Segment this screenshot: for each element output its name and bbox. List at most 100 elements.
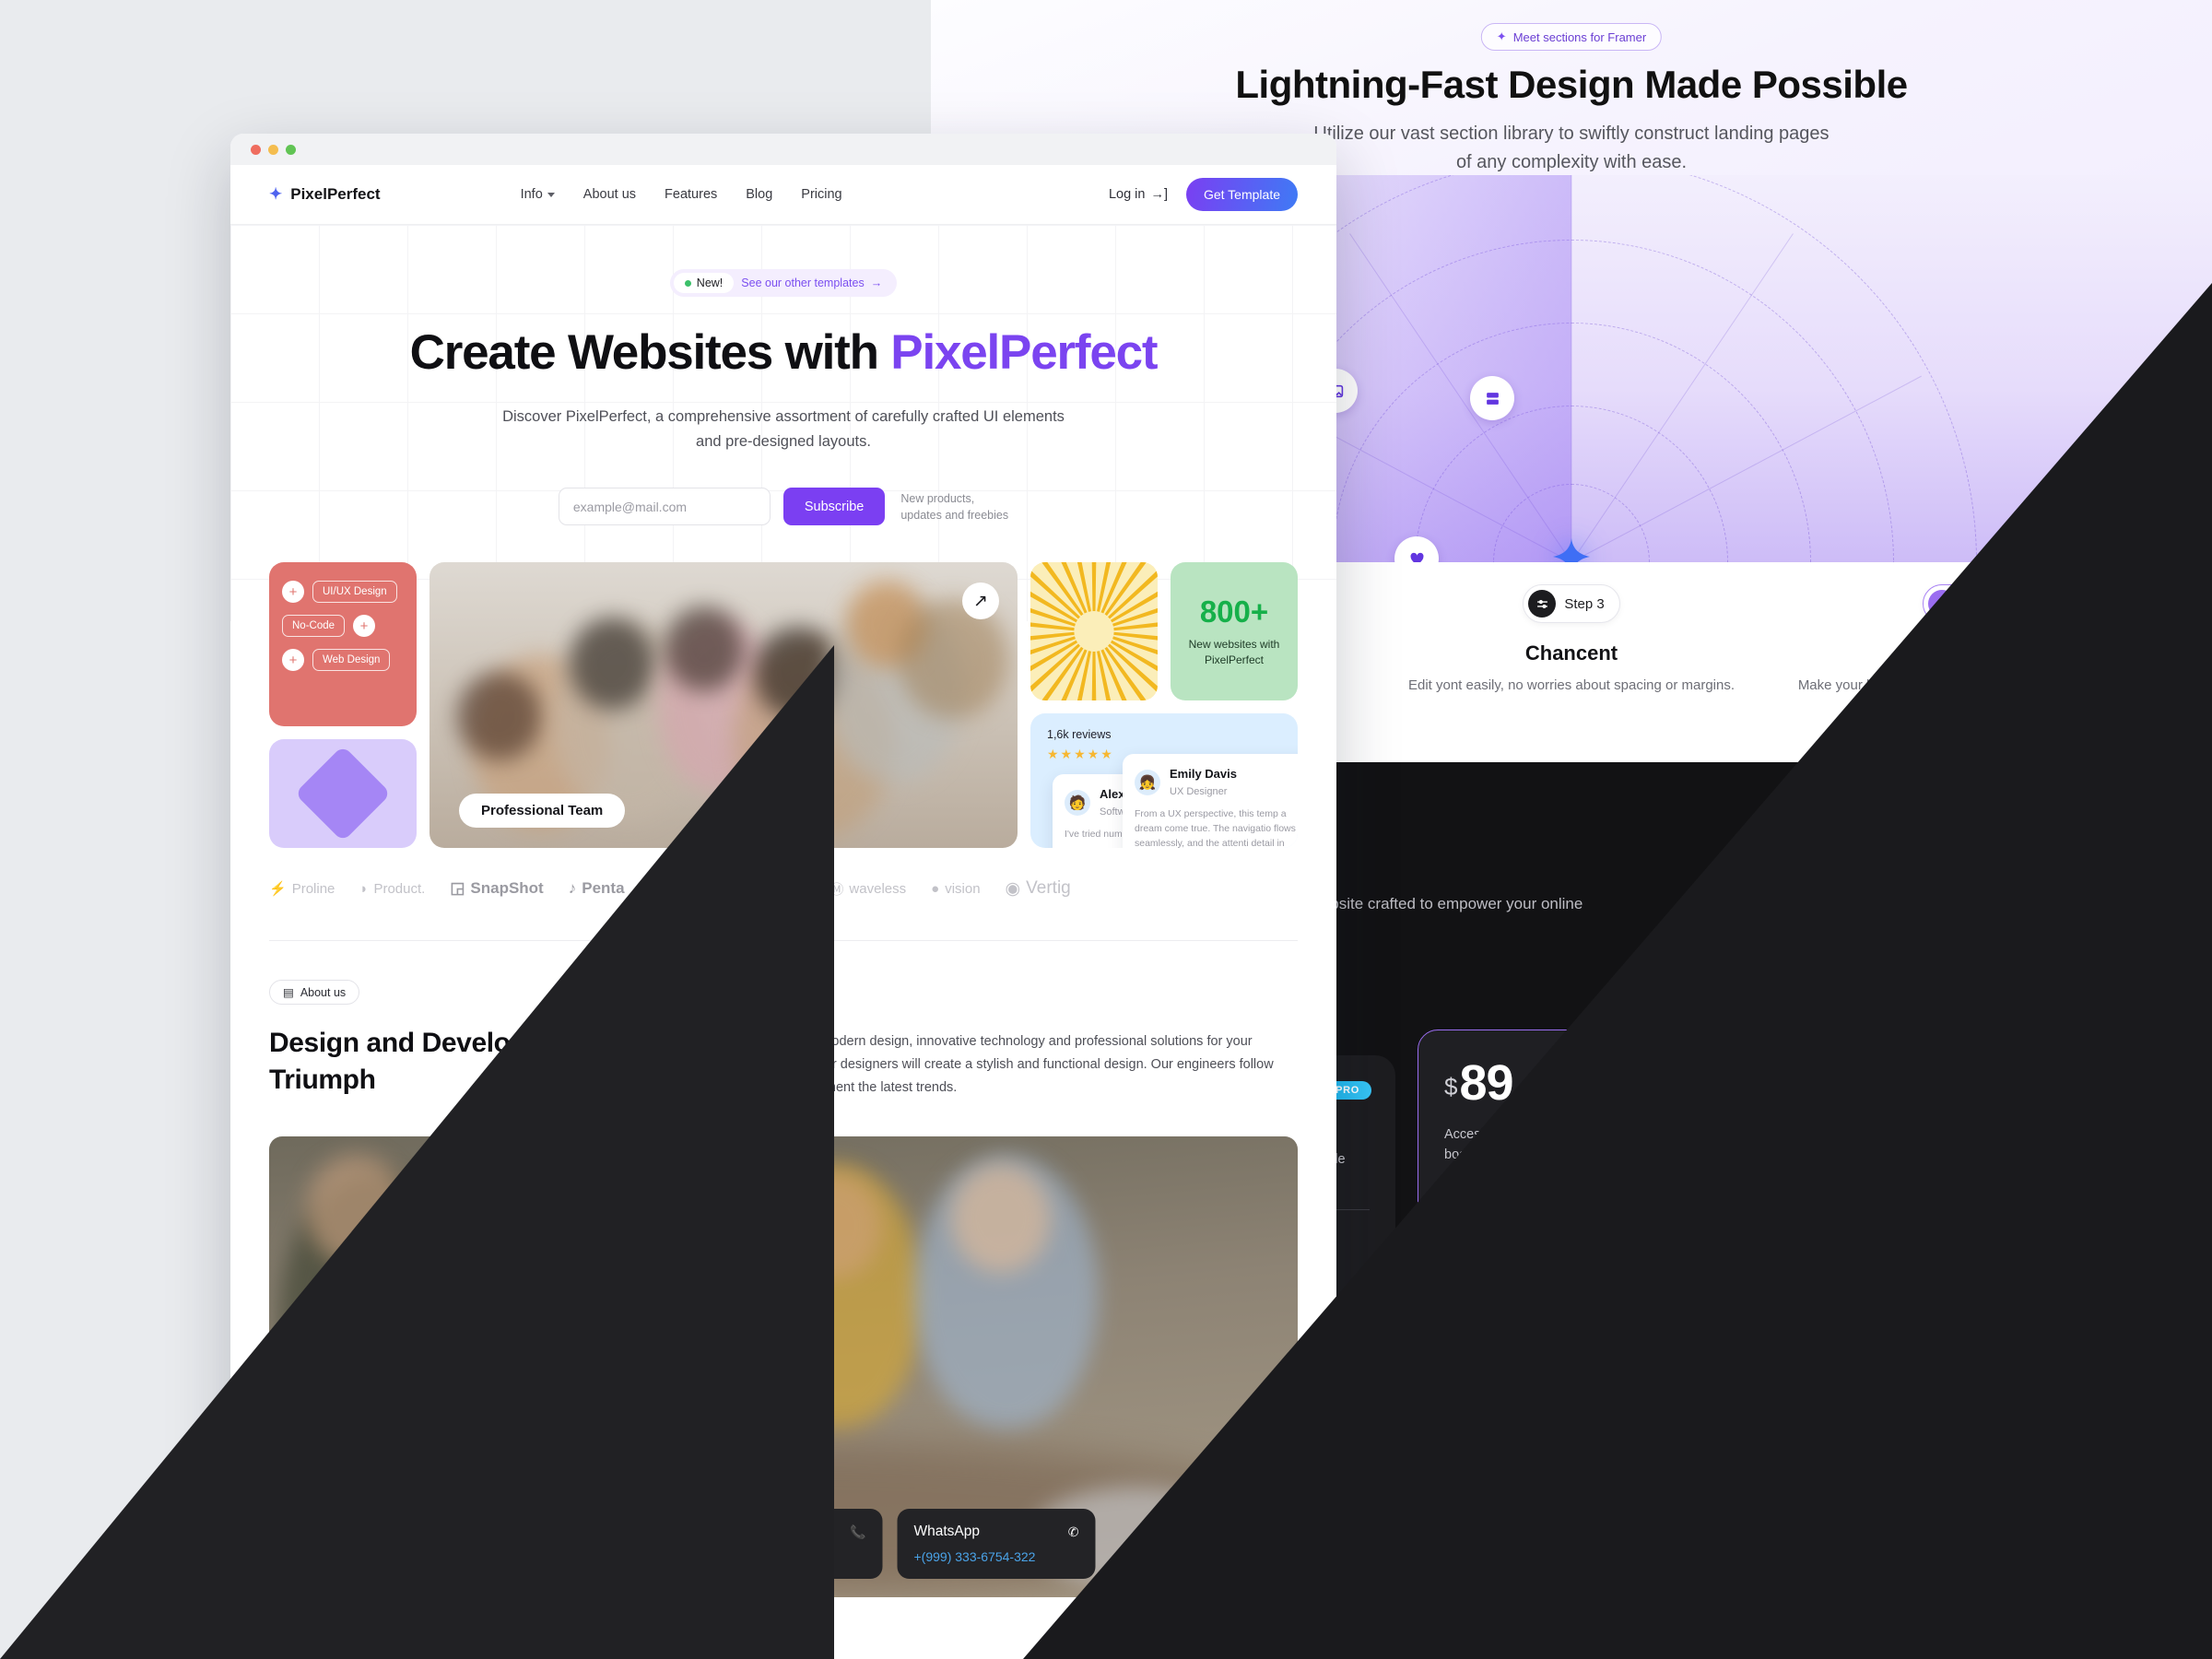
- new-badge-label: New!: [696, 276, 724, 289]
- subscribe-button[interactable]: Subscribe: [782, 488, 886, 526]
- paypal-icon: P: [1422, 1412, 1431, 1427]
- nav-item-info-label: Info: [520, 187, 543, 202]
- logo-proline: ⚡ Proline: [269, 880, 335, 898]
- logo-proline-label: Proline: [291, 880, 335, 897]
- logo-vision: ● vision: [931, 880, 981, 897]
- logo-product: ◗ Product.: [359, 880, 426, 897]
- plus-icon[interactable]: +: [282, 649, 304, 672]
- review-name: Emily Davis: [1170, 767, 1237, 782]
- stat-caption-line1: New websites with: [1188, 638, 1280, 652]
- nav-item-info[interactable]: Info: [521, 187, 555, 202]
- chip-row: + Web Design: [282, 649, 404, 672]
- brand-name: PixelPerfect: [290, 185, 381, 203]
- gumroad-link[interactable]: Gumroad: [1524, 1449, 1578, 1464]
- hero-lead: Discover PixelPerfect, a comprehensive a…: [502, 408, 1065, 451]
- meet-pill-label: Meet sections for Framer: [1512, 29, 1647, 44]
- service-chip[interactable]: Web Design: [312, 649, 391, 672]
- publish-icon: [1928, 590, 1957, 618]
- logo-waveless-label: waveless: [849, 880, 907, 897]
- plan-feature: ⏻ Phosphor Icons: [1444, 1371, 1667, 1387]
- about-photo: Email Us ➤ example@mail.com Phone Call 📞 +…: [269, 1136, 1298, 1598]
- see-templates-link[interactable]: See our other templates →: [737, 276, 893, 289]
- sliders-icon: [1528, 590, 1557, 618]
- nav-item-about[interactable]: About us: [583, 187, 636, 202]
- contact-card-phone[interactable]: Phone Call 📞 +(999) 555-1234-789: [684, 1509, 883, 1580]
- contact-cards: Email Us ➤ example@mail.com Phone Call 📞 +…: [471, 1509, 1096, 1580]
- page-title-accent: PixelPerfect: [890, 325, 1158, 380]
- scroll-down-icon[interactable]: ⌄⌄: [230, 916, 1336, 933]
- about-paragraph: We offer modern design, innovative techn…: [767, 1034, 1274, 1096]
- rocket-icon: 🚀: [1687, 1409, 1708, 1429]
- logo-snapshot-label: SnapShot: [470, 879, 544, 898]
- page-title: Create Websites with PixelPerfect: [230, 324, 1336, 381]
- plus-icon[interactable]: +: [282, 581, 304, 604]
- contact-value[interactable]: example@mail.com: [488, 1549, 653, 1564]
- plan-feature-label: Light & Dark Mode: [1474, 1230, 1585, 1246]
- services-card: + UI/UX Design No-Code + + Web Design: [269, 562, 417, 727]
- service-chip[interactable]: UI/UX Design: [312, 581, 397, 604]
- nav-item-blog[interactable]: Blog: [746, 187, 772, 202]
- plan-feature: ◑ UI Elements: [1444, 1259, 1667, 1274]
- service-chip[interactable]: No-Code: [282, 615, 346, 638]
- sparkle-icon: ✦: [269, 185, 283, 203]
- navbar-actions: Log in →] Get Template: [1109, 178, 1298, 211]
- new-templates-pill[interactable]: New! See our other templates →: [669, 269, 898, 297]
- stat-caption: New websites with PixelPerfect: [1189, 637, 1280, 669]
- nav-item-features[interactable]: Features: [665, 187, 717, 202]
- mastercard-icon: [1355, 1413, 1375, 1426]
- avatar: [1408, 1630, 1441, 1659]
- step-text-publish: Make your landing page live. Just hit th…: [1797, 677, 2150, 693]
- showcase-title: Lightning-Fast Design Made Possible: [1235, 63, 1908, 106]
- review-card-emily: 👧 Emily Davis UX Designer From a UX pers…: [1123, 754, 1298, 849]
- reviews-card: 1,6k reviews ★★★★★ 🧑 Alex T Softwar I've…: [1030, 713, 1298, 849]
- cards-row-top: 800+ New websites with PixelPerfect: [1030, 562, 1298, 701]
- subscribe-note-line1: New products,: [900, 491, 975, 505]
- about-pill: ▤ About us: [269, 980, 360, 1006]
- contact-value[interactable]: +(999) 333-6754-322: [914, 1549, 1079, 1564]
- subscribe-form: example@mail.com Subscribe New products,…: [558, 488, 1008, 526]
- maximize-window-button[interactable]: [286, 144, 296, 155]
- plan-feature-label: 4/8 Soft Grid: [1474, 1343, 1549, 1359]
- nav-item-pricing[interactable]: Pricing: [801, 187, 841, 202]
- contact-card-whatsapp[interactable]: WhatsApp ✆ +(999) 333-6754-322: [897, 1509, 1096, 1580]
- footer-rocket-text: Moment in the life of any aspiring astro…: [1687, 1449, 1959, 1485]
- email-input[interactable]: example@mail.com: [558, 488, 771, 526]
- applepay-icon: Pay: [1441, 1413, 1469, 1426]
- testimonial-name: Chloe Turner: [1453, 1638, 1545, 1655]
- step-pill-3[interactable]: Step 3: [1523, 584, 1620, 623]
- get-template-button[interactable]: Get Template: [1185, 178, 1298, 211]
- logo-vertig: ◉ Vertig: [1005, 878, 1071, 899]
- contact-value[interactable]: +(999) 555-1234-789: [701, 1549, 866, 1564]
- stat-card: 800+ New websites with PixelPerfect: [1171, 562, 1298, 701]
- diamond-shape-icon: [294, 746, 392, 842]
- testimonial-card: Chloe Turner: [1390, 1592, 1657, 1659]
- brand-logo[interactable]: ✦ PixelPerfect: [269, 185, 381, 204]
- section-divider: [269, 940, 1298, 942]
- about-section: ▤ About us Design and Developing for You…: [269, 980, 1298, 1100]
- step-pill-publish[interactable]: Publish: [1923, 584, 2026, 623]
- plus-icon[interactable]: +: [353, 615, 376, 638]
- chevron-down-icon: [547, 192, 555, 197]
- hero-section: New! See our other templates → Create Web…: [230, 225, 1336, 1598]
- login-button[interactable]: Log in →]: [1109, 187, 1168, 202]
- team-photo-card: ↗ Professional Team: [429, 562, 1018, 849]
- step-card-3: Step 3 Chancent Edit yont easily, no wor…: [1371, 564, 1773, 762]
- logo-flash-label: Flash: [677, 878, 723, 899]
- contact-card-email[interactable]: Email Us ➤ example@mail.com: [471, 1509, 670, 1580]
- site-navbar: ✦ PixelPerfect Info About us Features Bl…: [230, 165, 1336, 225]
- sparkle-icon: ✦: [1496, 29, 1507, 43]
- logo-product-label: Product.: [373, 880, 426, 897]
- main-menu: Info About us Features Blog Pricing: [521, 187, 842, 202]
- login-label: Log in: [1108, 187, 1146, 202]
- palette-icon: ◪: [1446, 1286, 1459, 1301]
- text-icon: Aa: [1444, 1314, 1461, 1330]
- minimize-window-button[interactable]: [268, 144, 278, 155]
- status-dot-icon: [684, 279, 691, 287]
- photo-badge: Professional Team: [459, 794, 626, 829]
- meet-sections-pill[interactable]: ✦ Meet sections for Framer: [1480, 23, 1663, 51]
- moon-icon: ☾: [1446, 1230, 1459, 1245]
- step-pill-label-publish: Publish: [1964, 595, 2010, 612]
- close-window-button[interactable]: [251, 144, 261, 155]
- footer-payment-text: Safety payments provided by Gumroad. The…: [1355, 1446, 1631, 1509]
- logo-snapshot: ◲ SnapShot: [450, 879, 544, 898]
